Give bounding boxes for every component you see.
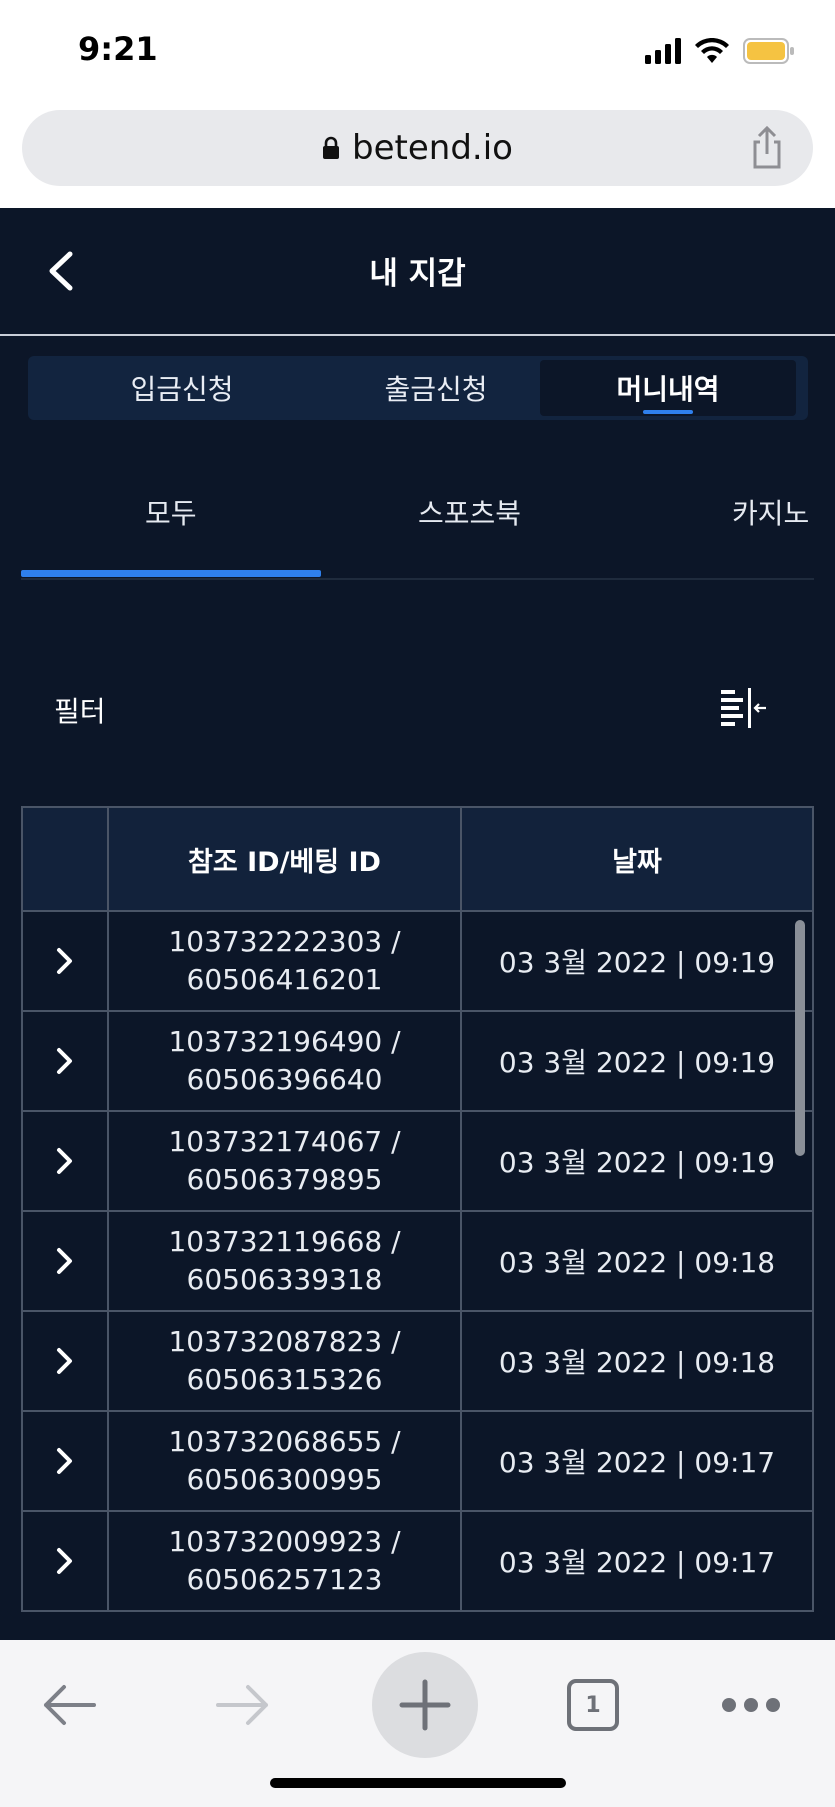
app-header: 내 지갑 [0, 208, 835, 336]
date-cell: 03 3월 2022 | 09:19 [498, 1146, 776, 1179]
page-title: 내 지갑 [369, 256, 466, 292]
back-arrow-icon [44, 1685, 96, 1725]
bet-id: 60506379895 [186, 1163, 383, 1196]
tab-label: 출금신청 [384, 373, 488, 406]
ref-id: 103732087823 / [168, 1325, 401, 1358]
ref-id-cell: 103732087823 / 60506315326 [109, 1312, 462, 1410]
expand-chevron-icon [57, 1348, 72, 1374]
date-cell: 03 3월 2022 | 09:19 [498, 1046, 776, 1079]
expand-chevron-icon [57, 1448, 72, 1474]
status-time: 9:21 [78, 30, 158, 68]
address-display: betend.io [22, 110, 813, 186]
table-header: 참조 ID/베팅 ID 날짜 [21, 806, 814, 912]
signal-icon [645, 38, 681, 64]
url-text: betend.io [352, 128, 513, 168]
expand-row-button[interactable] [23, 912, 109, 1010]
ref-id-cell: 103732222303 / 60506416201 [109, 912, 462, 1010]
more-icon [722, 1698, 780, 1712]
bet-id: 60506300995 [186, 1463, 383, 1496]
filter-sort-icon[interactable] [721, 688, 767, 728]
date-cell: 03 3월 2022 | 09:17 [498, 1446, 776, 1479]
expand-row-button[interactable] [23, 1412, 109, 1510]
bet-id: 60506257123 [186, 1563, 383, 1596]
money-history-table: 참조 ID/베팅 ID 날짜 103732222303 / 60506416201… [21, 806, 814, 1612]
bet-id: 60506315326 [186, 1363, 383, 1396]
bet-id: 60506416201 [186, 963, 383, 996]
table-scrollbar[interactable] [795, 920, 805, 1156]
status-icons [645, 38, 795, 64]
new-tab-button[interactable] [372, 1652, 478, 1758]
expand-chevron-icon [57, 1548, 72, 1574]
expand-chevron-icon [57, 1148, 72, 1174]
tab-label: 입금신청 [130, 373, 234, 406]
status-bar: 9:21 [0, 0, 835, 100]
expand-row-button[interactable] [23, 1012, 109, 1110]
ref-id-cell: 103732174067 / 60506379895 [109, 1112, 462, 1210]
tabs-button[interactable]: 1 [548, 1660, 638, 1750]
browser-forward-button[interactable] [198, 1660, 288, 1750]
more-button[interactable] [706, 1660, 796, 1750]
expand-chevron-icon [57, 1048, 72, 1074]
ref-id-cell: 103732068655 / 60506300995 [109, 1412, 462, 1510]
browser-back-button[interactable] [24, 1660, 114, 1750]
filter-label[interactable]: 필터 [54, 690, 106, 730]
tab-label: 머니내역 [616, 373, 720, 406]
wifi-icon [695, 38, 729, 63]
table-row[interactable]: 103732196490 / 60506396640 03 3월 2022 | 09… [23, 1012, 812, 1112]
expand-row-button[interactable] [23, 1312, 109, 1410]
column-header-expand [23, 808, 109, 910]
forward-arrow-icon [216, 1685, 268, 1725]
category-tabs: 모두 스포츠북 카지노 [21, 466, 814, 580]
bet-id: 60506339318 [186, 1263, 383, 1296]
subtab-all[interactable]: 모두 [145, 492, 197, 532]
tab-count: 1 [585, 1692, 601, 1718]
table-row[interactable]: 103732174067 / 60506379895 03 3월 2022 | 09… [23, 1112, 812, 1212]
expand-row-button[interactable] [23, 1512, 109, 1610]
date-cell: 03 3월 2022 | 09:19 [498, 946, 776, 979]
home-indicator [270, 1778, 566, 1788]
column-header-date: 날짜 [612, 846, 662, 878]
active-subtab-indicator [21, 570, 321, 577]
subtab-casino[interactable]: 카지노 [732, 492, 809, 532]
ref-id: 103732196490 / [168, 1025, 401, 1058]
table-row[interactable]: 103732119668 / 60506339318 03 3월 2022 | 09… [23, 1212, 812, 1312]
tab-withdraw-request[interactable]: 출금신청 [308, 360, 564, 416]
bet-id: 60506396640 [186, 1063, 383, 1096]
date-cell: 03 3월 2022 | 09:18 [498, 1246, 776, 1279]
ref-id-cell: 103732119668 / 60506339318 [109, 1212, 462, 1310]
browser-toolbar: 1 [0, 1640, 835, 1807]
ref-id-cell: 103732196490 / 60506396640 [109, 1012, 462, 1110]
tab-deposit-request[interactable]: 입금신청 [54, 360, 310, 416]
new-tab-plus-icon [399, 1679, 451, 1731]
wallet-app: 내 지갑 입금신청 출금신청 머니내역 모두 스포츠북 카지노 필터 참조 ID… [0, 208, 835, 1640]
active-tab-underline [643, 410, 693, 414]
tabs-icon: 1 [567, 1679, 619, 1731]
ref-id: 103732009923 / [168, 1525, 401, 1558]
date-cell: 03 3월 2022 | 09:18 [498, 1346, 776, 1379]
column-header-ref-id: 참조 ID/베팅 ID [109, 808, 462, 910]
ref-id: 103732068655 / [168, 1425, 401, 1458]
table-row[interactable]: 103732009923 / 60506257123 03 3월 2022 | 09… [23, 1512, 812, 1612]
table-body: 103732222303 / 60506416201 03 3월 2022 | 09… [21, 912, 814, 1612]
date-cell: 03 3월 2022 | 09:17 [498, 1546, 776, 1579]
wallet-tab-bar: 입금신청 출금신청 머니내역 [28, 356, 808, 420]
table-row[interactable]: 103732068655 / 60506300995 03 3월 2022 | 09… [23, 1412, 812, 1512]
ref-id: 103732174067 / [168, 1125, 401, 1158]
tab-money-history[interactable]: 머니내역 [540, 360, 796, 416]
table-row[interactable]: 103732087823 / 60506315326 03 3월 2022 | 09… [23, 1312, 812, 1412]
expand-chevron-icon [57, 948, 72, 974]
expand-row-button[interactable] [23, 1212, 109, 1310]
ref-id-cell: 103732009923 / 60506257123 [109, 1512, 462, 1610]
subtab-sportsbook[interactable]: 스포츠북 [418, 492, 521, 532]
battery-icon [743, 38, 794, 64]
ref-id: 103732222303 / [168, 925, 401, 958]
expand-row-button[interactable] [23, 1112, 109, 1210]
share-icon[interactable] [747, 126, 787, 170]
address-bar[interactable]: betend.io [22, 110, 813, 186]
table-row[interactable]: 103732222303 / 60506416201 03 3월 2022 | 09… [23, 912, 812, 1012]
browser-address-area: betend.io [0, 100, 835, 208]
ref-id: 103732119668 / [168, 1225, 401, 1258]
lock-icon [323, 136, 340, 159]
expand-chevron-icon [57, 1248, 72, 1274]
